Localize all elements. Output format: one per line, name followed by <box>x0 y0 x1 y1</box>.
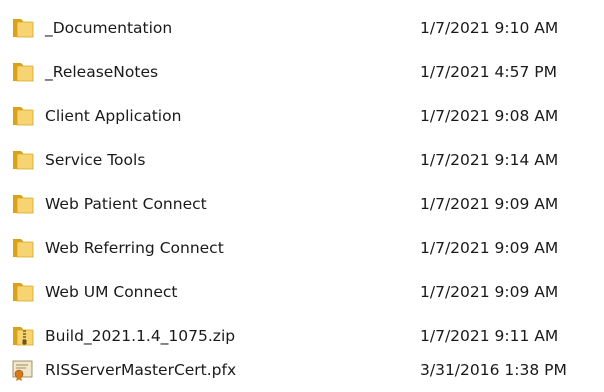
file-row-web-referring-connect[interactable]: Web Referring Connect 1/7/2021 9:09 AM <box>0 226 604 270</box>
file-row-cert-pfx[interactable]: RISServerMasterCert.pfx 3/31/2016 1:38 P… <box>0 348 604 392</box>
folder-icon <box>11 281 35 303</box>
file-name: Client Application <box>45 107 182 125</box>
file-date-modified: 1/7/2021 9:10 AM <box>420 19 559 37</box>
file-date-modified: 1/7/2021 9:09 AM <box>420 239 559 257</box>
file-row-service-tools[interactable]: Service Tools 1/7/2021 9:14 AM <box>0 138 604 182</box>
file-row-documentation[interactable]: _Documentation 1/7/2021 9:10 AM <box>0 6 604 50</box>
file-name: _Documentation <box>45 19 173 37</box>
file-name: RISServerMasterCert.pfx <box>45 361 237 379</box>
folder-icon <box>11 61 35 83</box>
file-row-releasenotes[interactable]: _ReleaseNotes 1/7/2021 4:57 PM <box>0 50 604 94</box>
file-row-web-um-connect[interactable]: Web UM Connect 1/7/2021 9:09 AM <box>0 270 604 314</box>
certificate-icon <box>11 359 35 381</box>
file-name: Web Patient Connect <box>45 195 207 213</box>
zip-folder-icon <box>11 325 35 347</box>
file-date-modified: 1/7/2021 9:09 AM <box>420 283 559 301</box>
file-date-modified: 1/7/2021 9:08 AM <box>420 107 559 125</box>
file-name: Service Tools <box>45 151 146 169</box>
file-date-modified: 3/31/2016 1:38 PM <box>420 361 567 379</box>
file-date-modified: 1/7/2021 4:57 PM <box>420 63 557 81</box>
folder-icon <box>11 105 35 127</box>
file-name: Web UM Connect <box>45 283 178 301</box>
file-name: Web Referring Connect <box>45 239 224 257</box>
folder-icon <box>11 193 35 215</box>
file-name: _ReleaseNotes <box>45 63 159 81</box>
file-list: _Documentation 1/7/2021 9:10 AM _Release… <box>0 0 604 392</box>
folder-icon <box>11 17 35 39</box>
folder-icon <box>11 237 35 259</box>
file-row-web-patient-connect[interactable]: Web Patient Connect 1/7/2021 9:09 AM <box>0 182 604 226</box>
folder-icon <box>11 149 35 171</box>
file-row-client-application[interactable]: Client Application 1/7/2021 9:08 AM <box>0 94 604 138</box>
file-date-modified: 1/7/2021 9:09 AM <box>420 195 559 213</box>
file-date-modified: 1/7/2021 9:14 AM <box>420 151 559 169</box>
